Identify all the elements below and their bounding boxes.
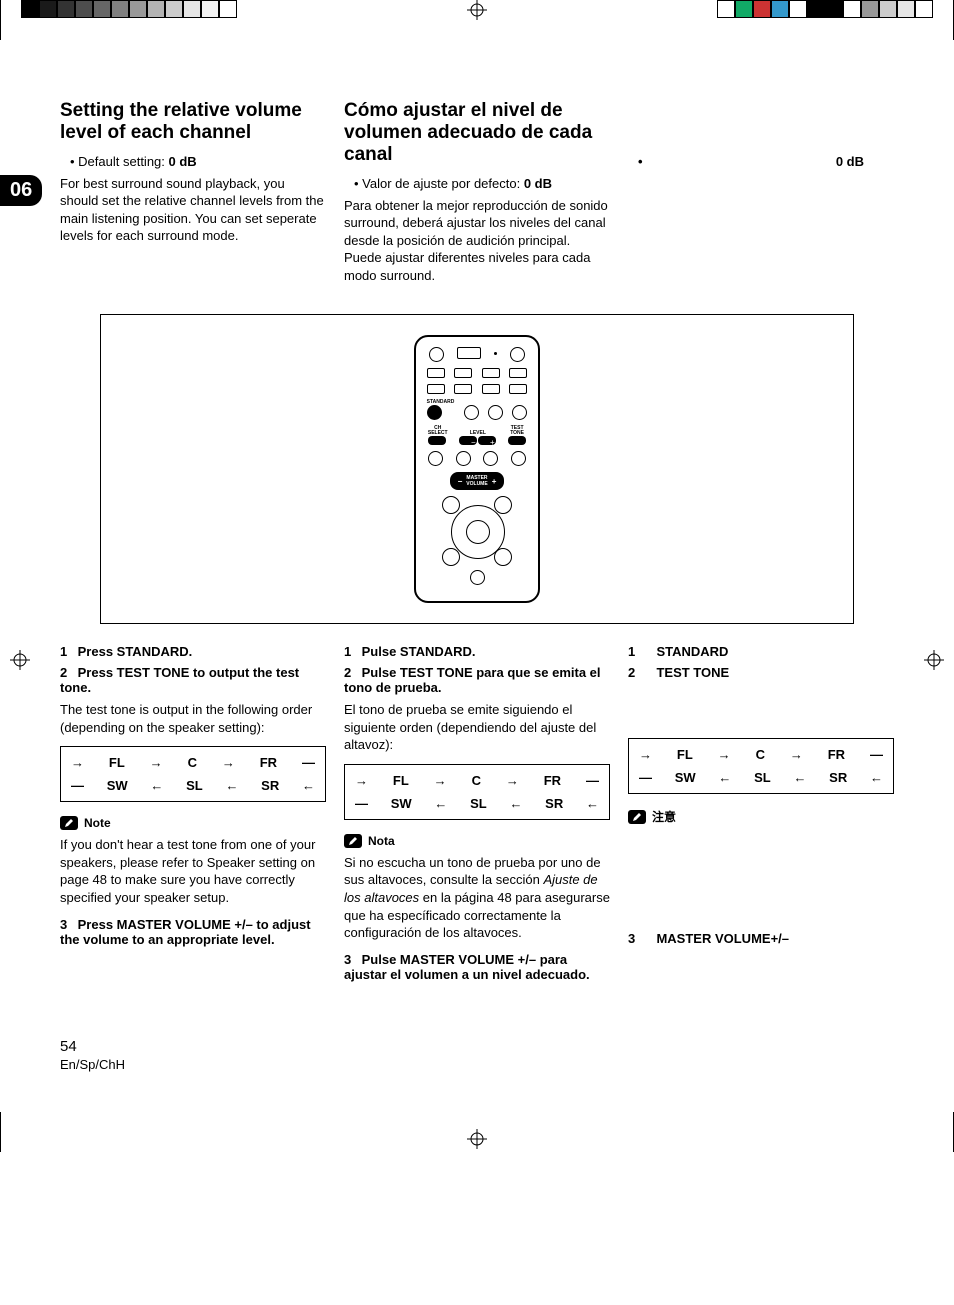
step1-es: 1 Pulse STANDARD. (344, 644, 610, 659)
registration-mark-left (10, 650, 30, 673)
color-swatches-right (717, 0, 933, 18)
color-swatches-left (21, 0, 237, 18)
label-standard: STANDARD (427, 400, 455, 405)
step1-en: 1 Press STANDARD. (60, 644, 326, 659)
section-title-es: Cómo ajustar el nivel de volumen adecuad… (344, 100, 610, 166)
step2-es: 2 Pulse TEST TONE para que se emita el t… (344, 665, 610, 695)
note-heading-es: Nota (344, 834, 610, 848)
flow-diagram-en: → FL → C → FR — — SW ← SL ← SR ← (60, 746, 326, 802)
column-chinese-steps: 1 STANDARD 2 TEST TONE → FL → C → FR — —… (628, 644, 894, 987)
intro-en: For best surround sound playback, you sh… (60, 175, 326, 245)
step1-zh: 1 STANDARD (628, 644, 894, 659)
remote-control-illustration: STANDARD CH SELECT LEVEL TEST TONE −MAST… (414, 335, 540, 603)
page-number: 54 (60, 1038, 894, 1055)
pencil-icon (60, 816, 78, 830)
registration-mark-top (467, 0, 487, 23)
section-title-en: Setting the relative volume level of eac… (60, 100, 326, 144)
column-spanish: Cómo ajustar el nivel de volumen adecuad… (344, 100, 610, 294)
step3-zh: 3 MASTER VOLUME+/– (628, 931, 894, 946)
registration-mark-bottom (467, 1129, 487, 1152)
top-crop-bar (0, 0, 954, 40)
column-chinese: • 0 dB (628, 100, 894, 294)
flow-diagram-es: → FL → C → FR — — SW ← SL ← SR ← (344, 764, 610, 820)
column-english-steps: 1 Press STANDARD. 2 Press TEST TONE to o… (60, 644, 326, 987)
note-body-es: Si no escucha un tono de prueba por uno … (344, 854, 610, 942)
note-heading-en: Note (60, 816, 326, 830)
step3-en: 3 Press MASTER VOLUME +/– to adjust the … (60, 917, 326, 947)
step2-body-en: The test tone is output in the following… (60, 701, 326, 736)
registration-mark-right (924, 650, 944, 673)
default-setting-zh: • 0 dB (628, 154, 894, 169)
intro-es: Para obtener la mejor reproducción de so… (344, 197, 610, 285)
remote-figure: STANDARD CH SELECT LEVEL TEST TONE −MAST… (100, 314, 854, 624)
master-volume-control: −MASTER VOLUME+ (450, 472, 505, 490)
page-footer: 54 En/Sp/ChH (60, 1038, 894, 1072)
default-setting-es: • Valor de ajuste por defecto: 0 dB (344, 176, 610, 191)
note-heading-zh: 注意 (628, 808, 894, 825)
flow-diagram-zh: → FL → C → FR — — SW ← SL ← SR ← (628, 738, 894, 794)
step2-zh: 2 TEST TONE (628, 665, 894, 680)
label-ch-select: CH SELECT (428, 426, 448, 436)
note-body-en: If you don't hear a test tone from one o… (60, 836, 326, 906)
pencil-icon (628, 810, 646, 824)
step3-es: 3 Pulse MASTER VOLUME +/– para ajustar e… (344, 952, 610, 982)
chapter-number-tab: 06 (0, 175, 42, 206)
footer-languages: En/Sp/ChH (60, 1057, 125, 1072)
pencil-icon (344, 834, 362, 848)
dpad (442, 496, 512, 566)
default-setting-en: • Default setting: 0 dB (60, 154, 326, 169)
step2-body-es: El tono de prueba se emite siguiendo el … (344, 701, 610, 754)
column-spanish-steps: 1 Pulse STANDARD. 2 Pulse TEST TONE para… (344, 644, 610, 987)
step2-en: 2 Press TEST TONE to output the test ton… (60, 665, 326, 695)
column-english: Setting the relative volume level of eac… (60, 100, 326, 294)
label-test-tone: TEST TONE (508, 426, 526, 436)
bottom-crop-bar (0, 1112, 954, 1152)
